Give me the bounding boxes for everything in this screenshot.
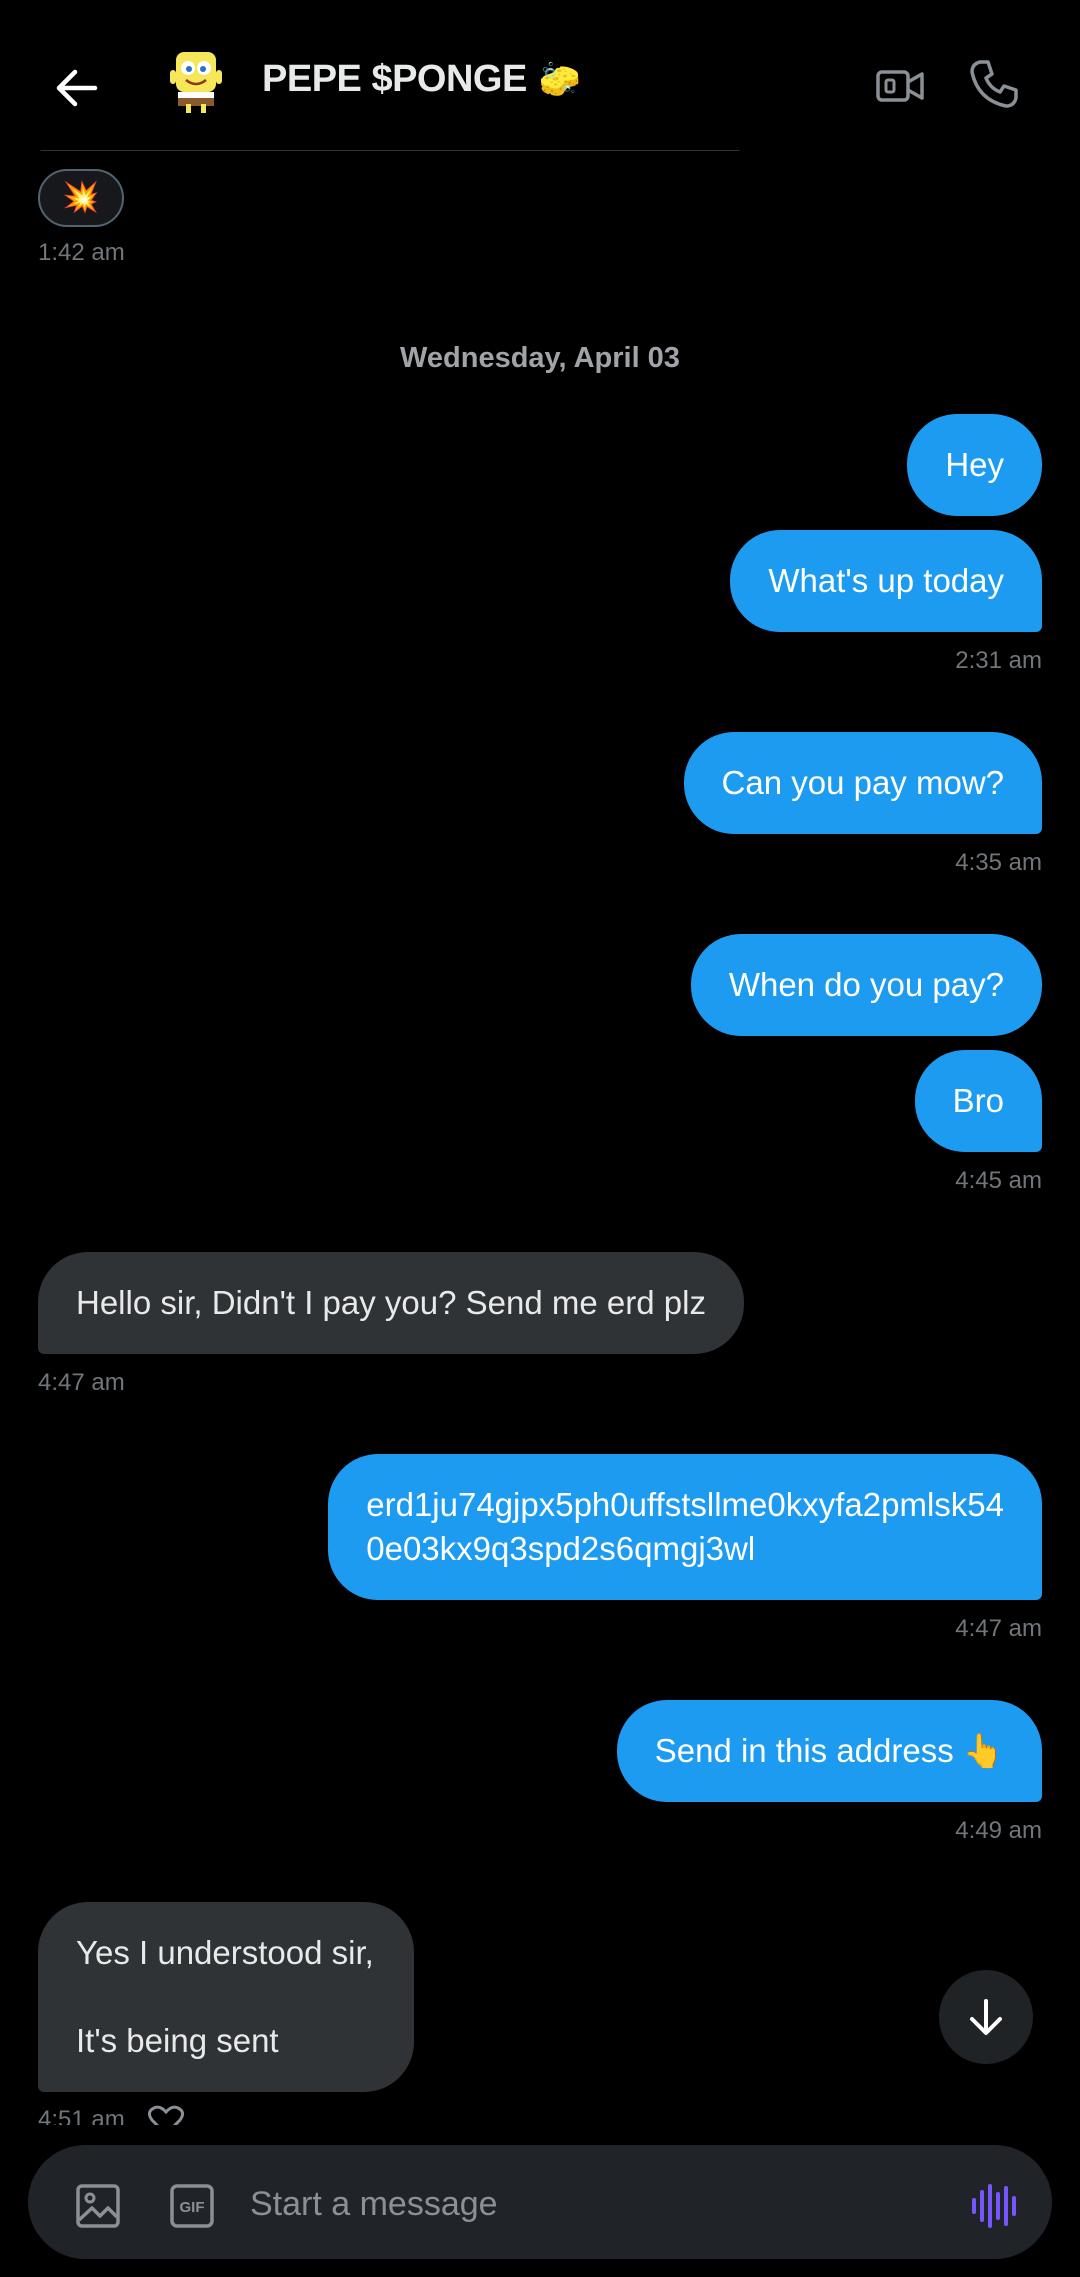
outgoing-message[interactable]: Can you pay mow? [683, 732, 1042, 834]
outgoing-message[interactable]: erd1ju74gjpx5ph0uffstsllme0kxyfa2pmlsk54… [328, 1454, 1042, 1600]
message-timestamp: 4:49 am [955, 1817, 1042, 1844]
outgoing-message[interactable]: When do you pay? [690, 934, 1042, 1036]
message-text: What's up today [768, 562, 1004, 599]
voice-message-button[interactable] [966, 2178, 1022, 2234]
gif-label: GIF [180, 2199, 205, 2216]
message-text-line: It's being sent [76, 2022, 279, 2059]
message-text: Can you pay mow? [721, 764, 1004, 801]
message-input[interactable] [248, 2170, 932, 2238]
message-timestamp: 2:31 am [955, 647, 1042, 674]
image-icon [76, 2184, 120, 2228]
phone-icon [970, 60, 1018, 108]
scroll-to-bottom-button[interactable] [939, 1970, 1033, 2064]
arrow-left-icon [56, 69, 98, 107]
message-text: Bro [952, 1082, 1004, 1119]
video-call-icon [876, 70, 924, 102]
attach-image-button[interactable] [70, 2178, 126, 2234]
message-text-line: 0e03kx9q3spd2s6qmgj3wl [366, 1530, 756, 1567]
back-button[interactable] [40, 52, 112, 124]
outgoing-message[interactable]: Hey [907, 414, 1042, 516]
conversation-header: PEPE $PONGE 🧽 [0, 0, 1080, 150]
collision-emoji: 💥 [62, 181, 100, 214]
conversation-title[interactable]: PEPE $PONGE 🧽 [262, 58, 581, 101]
message-timestamp: 4:45 am [955, 1167, 1042, 1194]
message-timestamp: 4:47 am [955, 1615, 1042, 1642]
incoming-message[interactable]: Hello sir, Didn't I pay you? Send me erd… [38, 1252, 744, 1354]
message-text: Hey [945, 446, 1004, 483]
contact-name: PEPE $PONGE [262, 58, 527, 100]
message-text: Send in this address 👆 [654, 1732, 1004, 1769]
video-call-button[interactable] [872, 58, 928, 114]
sponge-emoji: 🧽 [538, 60, 581, 99]
outgoing-message[interactable]: Bro [914, 1050, 1042, 1152]
sponge-avatar-icon [170, 52, 222, 113]
message-timestamp: 4:35 am [955, 849, 1042, 876]
gif-icon: GIF [170, 2184, 214, 2228]
outgoing-message[interactable]: What's up today [730, 530, 1042, 632]
message-text: Hello sir, Didn't I pay you? Send me erd… [76, 1284, 706, 1321]
arrow-down-icon [970, 1999, 1002, 2035]
message-timestamp: 1:42 am [38, 239, 125, 266]
reaction-emoji-bubble[interactable]: 💥 [38, 169, 124, 227]
date-separator: Wednesday, April 03 [400, 342, 680, 374]
avatar[interactable] [162, 46, 230, 114]
outgoing-message[interactable]: Send in this address 👆 [616, 1700, 1042, 1802]
message-timestamp: 4:47 am [38, 1369, 125, 1396]
message-text-line: Yes I understood sir, [76, 1934, 374, 1971]
message-text: When do you pay? [728, 966, 1004, 1003]
message-text-line: erd1ju74gjpx5ph0uffstsllme0kxyfa2pmlsk54 [366, 1486, 1004, 1523]
voice-waveform-icon [972, 2184, 1016, 2228]
incoming-message[interactable]: Yes I understood sir, It's being sent [38, 1902, 414, 2092]
attach-gif-button[interactable]: GIF [164, 2178, 220, 2234]
phone-call-button[interactable] [966, 56, 1022, 112]
